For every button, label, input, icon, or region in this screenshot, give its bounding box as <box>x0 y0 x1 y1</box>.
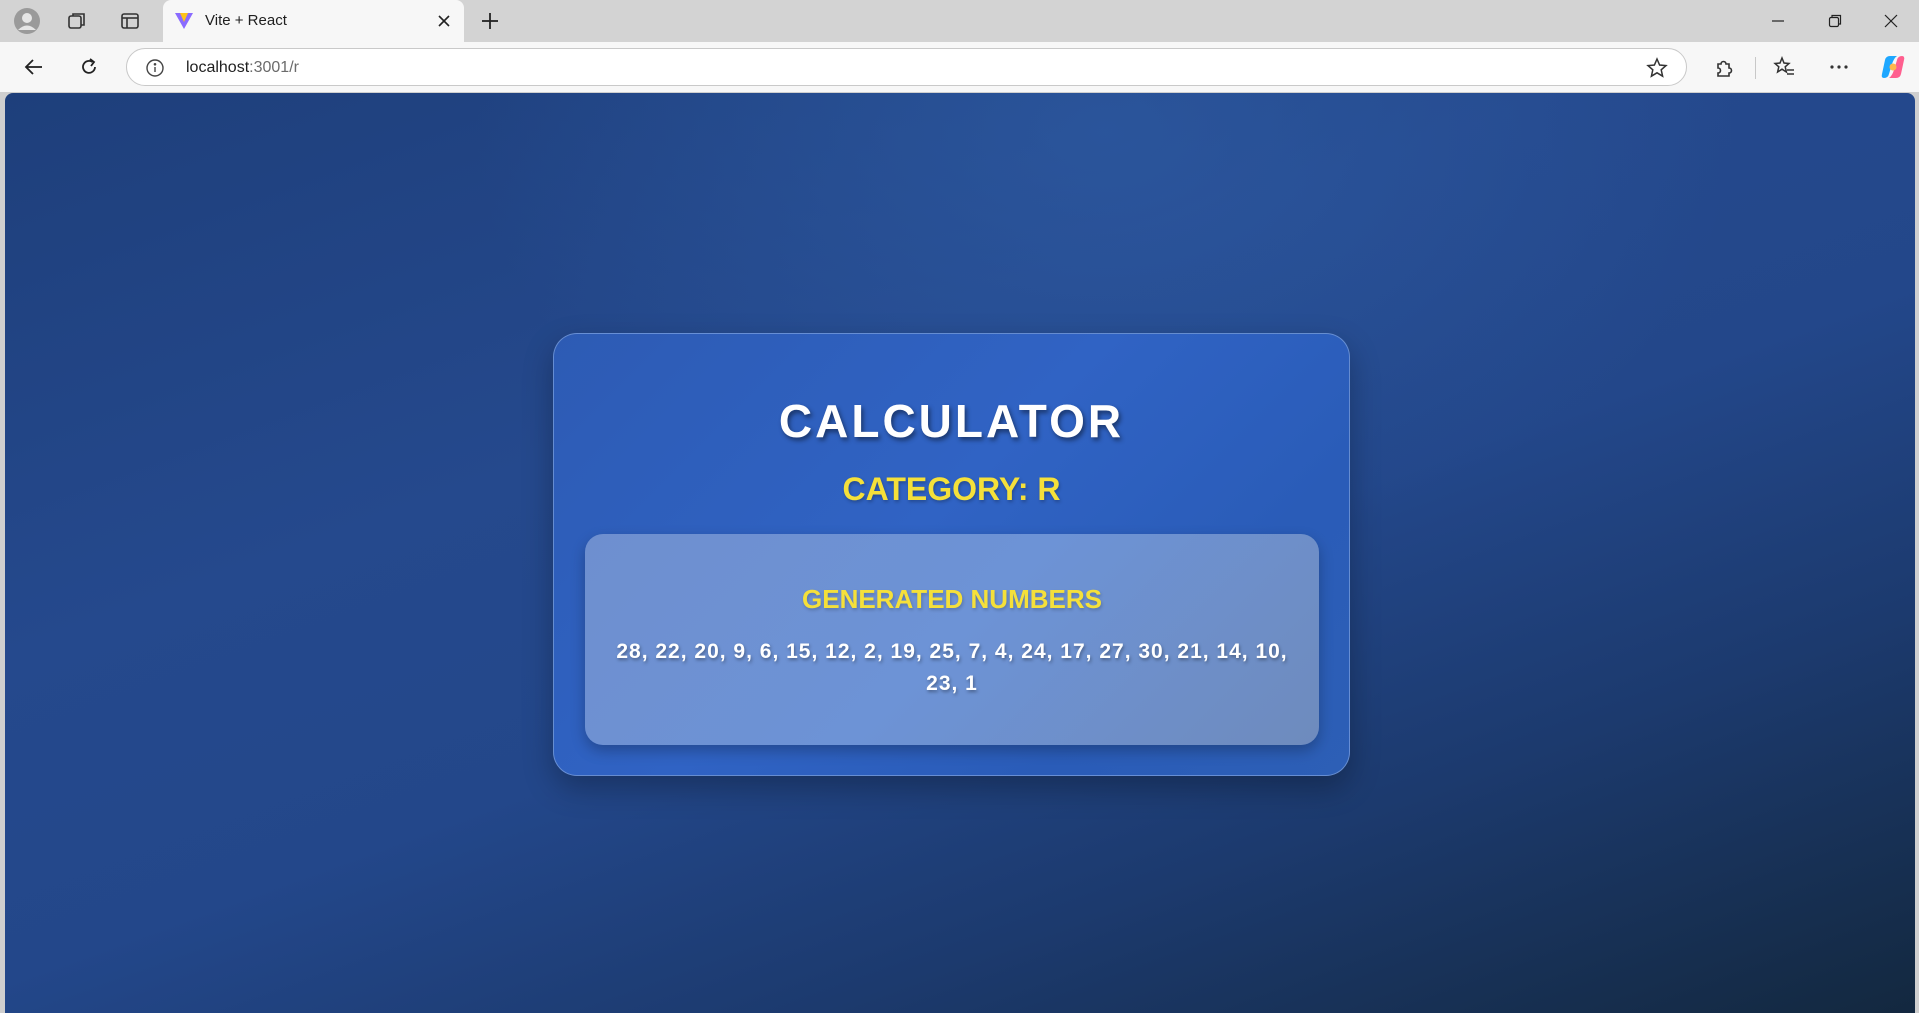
browser-toolbar: localhost:3001/r <box>0 42 1919 92</box>
page-title: CALCULATOR <box>778 395 1125 447</box>
toolbar-divider <box>1755 57 1756 79</box>
generated-numbers-list: 28, 22, 20, 9, 6, 15, 12, 2, 19, 25, 7, … <box>616 640 1288 695</box>
extensions-icon[interactable] <box>1707 50 1741 84</box>
tab-title: Vite + React <box>205 12 287 29</box>
favorites-icon[interactable] <box>1767 50 1801 84</box>
info-icon[interactable] <box>145 58 165 83</box>
workspaces-icon[interactable] <box>61 5 93 37</box>
vite-favicon <box>174 10 194 35</box>
generated-numbers-panel: GENERATED NUMBERS 28, 22, 20, 9, 6, 15, … <box>585 534 1319 745</box>
page-viewport: CALCULATOR CATEGORY: R GENERATED NUMBERS… <box>5 93 1915 1013</box>
tab-actions-icon[interactable] <box>114 5 146 37</box>
address-text[interactable]: localhost:3001/r <box>186 59 299 77</box>
favorite-star-icon[interactable] <box>1646 57 1668 84</box>
close-icon[interactable] <box>432 9 456 33</box>
restore-icon[interactable] <box>1806 0 1863 42</box>
copilot-icon[interactable] <box>1876 50 1910 84</box>
window-close-icon[interactable] <box>1862 0 1919 42</box>
browser-tab[interactable]: Vite + React <box>163 0 464 42</box>
address-host: localhost <box>186 59 250 76</box>
more-icon[interactable] <box>1822 50 1856 84</box>
address-path: :3001/r <box>249 59 299 76</box>
generated-numbers-title: GENERATED NUMBERS <box>802 584 1102 614</box>
calculator-card: CALCULATOR CATEGORY: R GENERATED NUMBERS… <box>553 333 1350 776</box>
minimize-icon[interactable] <box>1749 0 1806 42</box>
back-icon[interactable] <box>17 50 51 84</box>
profile-icon[interactable] <box>11 5 43 37</box>
refresh-icon[interactable] <box>72 50 106 84</box>
address-bar[interactable]: localhost:3001/r <box>126 48 1687 86</box>
tab-bar: Vite + React <box>0 0 1919 42</box>
new-tab-icon[interactable] <box>474 5 506 37</box>
category-label: CATEGORY: R <box>842 471 1061 507</box>
